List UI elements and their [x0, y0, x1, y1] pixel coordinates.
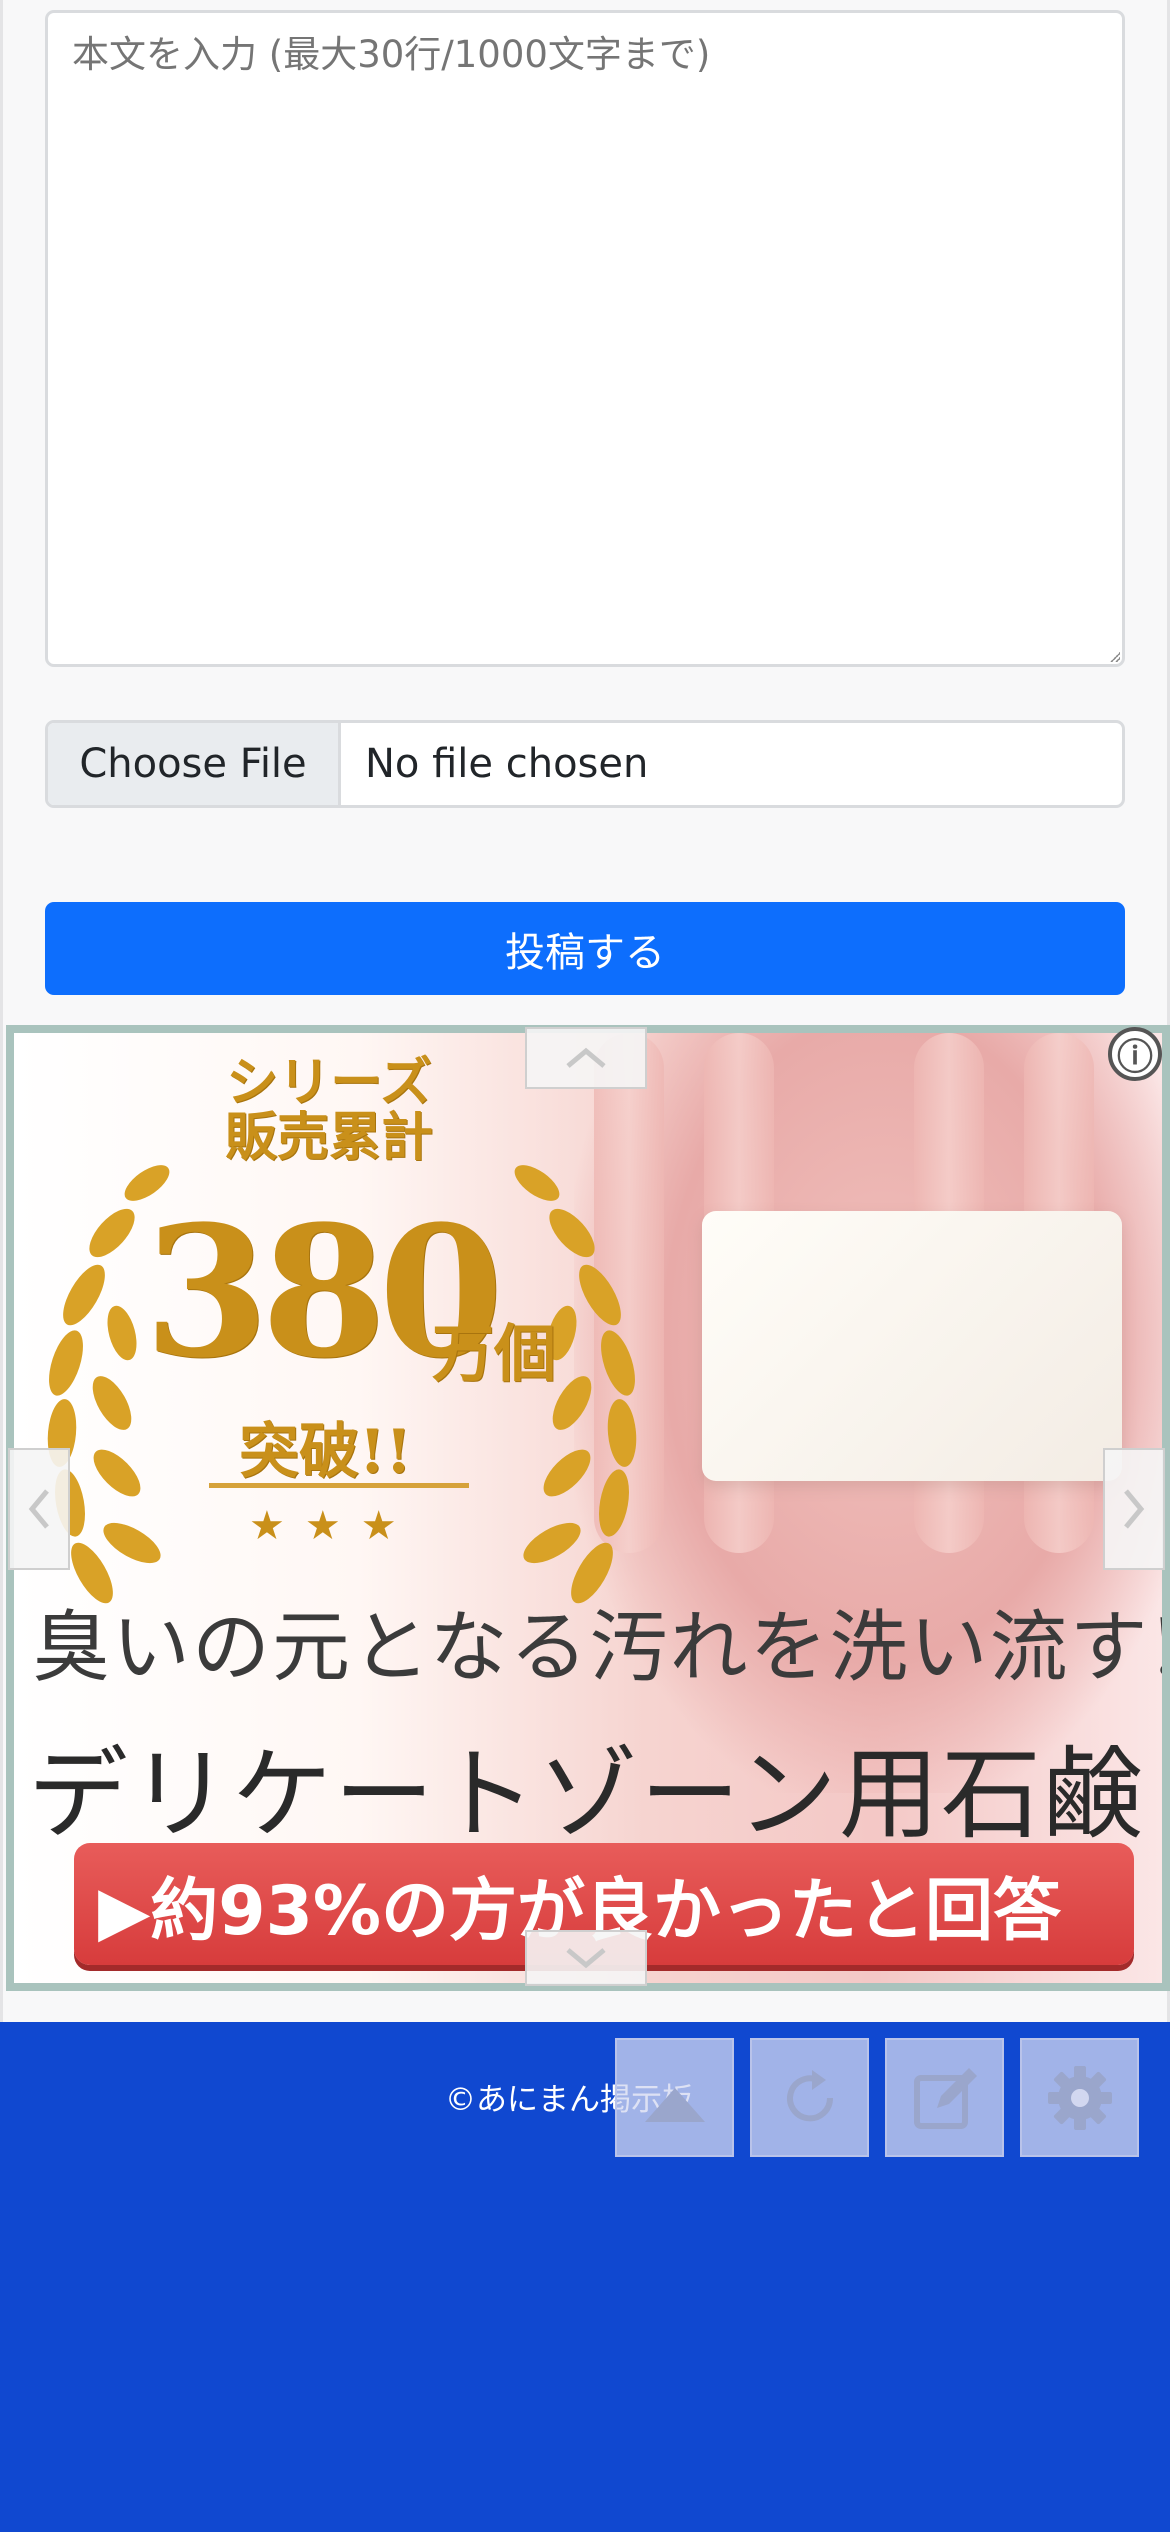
ad-copy-line2: デリケートゾーン用石鹸 — [28, 1736, 1145, 1853]
ad-info-icon[interactable]: ⓘ — [1108, 1027, 1162, 1081]
ad-divider — [209, 1483, 469, 1488]
ad-next-icon[interactable] — [1103, 1448, 1165, 1570]
submit-post-button[interactable]: 投稿する — [45, 902, 1125, 995]
file-status-text: No file chosen — [365, 741, 649, 787]
edit-icon — [913, 2067, 977, 2129]
ad-sales-unit: 万個 — [432, 1317, 557, 1390]
settings-icon — [1047, 2065, 1112, 2130]
ad-expand-down-icon[interactable] — [525, 1930, 647, 1986]
reload-button[interactable] — [750, 2038, 869, 2157]
resize-handle[interactable] — [1110, 652, 1120, 662]
scroll-top-icon — [644, 2087, 705, 2122]
ad-prev-icon[interactable] — [8, 1448, 70, 1570]
body-textarea[interactable] — [45, 10, 1125, 667]
ad-series-text: シリーズ 販売累計 — [224, 1052, 433, 1169]
edit-button[interactable] — [885, 2038, 1004, 2157]
reload-icon — [786, 2069, 833, 2121]
ad-soap-image — [702, 1211, 1122, 1481]
ad-collapse-up-icon[interactable] — [525, 1027, 647, 1089]
settings-button[interactable] — [1020, 2038, 1139, 2157]
ad-copy-line1: 臭いの元となる汚れを洗い流す! — [32, 1603, 1170, 1693]
choose-file-button[interactable]: Choose File — [48, 723, 341, 805]
ad-stars: ★★★ — [249, 1503, 417, 1549]
ad-banner[interactable]: シリーズ 販売累計 380 万個 突破!! ★★★ 臭いの元となる汚れを洗い流す… — [6, 1025, 1170, 1991]
ad-breakthrough-text: 突破!! — [239, 1417, 412, 1487]
scroll-top-button[interactable] — [615, 2038, 734, 2157]
file-input[interactable]: Choose File No file chosen — [45, 720, 1125, 808]
